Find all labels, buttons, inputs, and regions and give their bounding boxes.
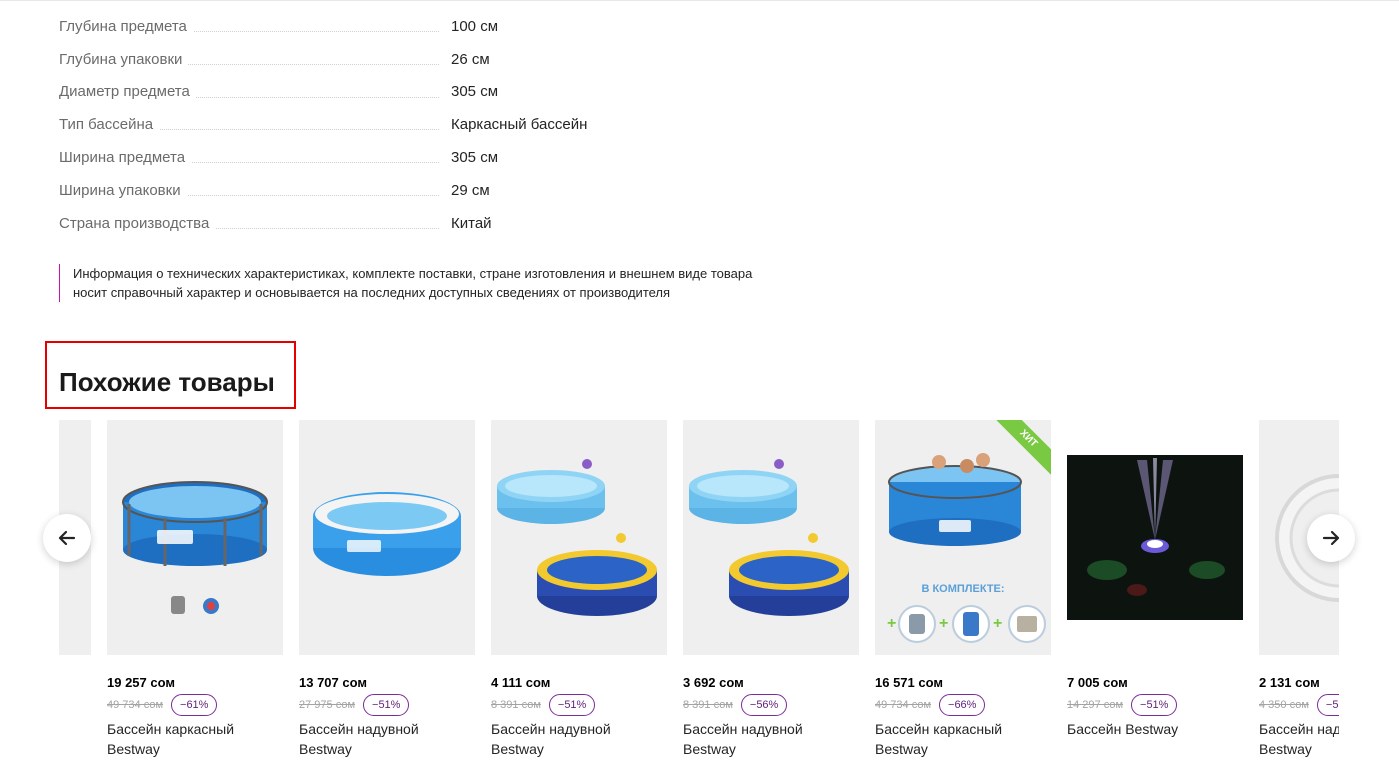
product-name-line[interactable]: Бассейн надувной — [1259, 719, 1339, 739]
arrow-left-icon — [58, 530, 76, 546]
product-price: 13 707 сом — [299, 675, 367, 690]
carousel-prev-button[interactable] — [43, 514, 91, 562]
product-card[interactable]: 19 257 сом 49 734 сом −61% Бассейн карка… — [107, 420, 283, 759]
frame-pool-icon[interactable] — [107, 420, 283, 655]
discount-badge: −66% — [939, 694, 986, 716]
disclaimer-line: Информация о технических характеристиках… — [73, 266, 753, 281]
product-name[interactable]: Бассейн каркасный Bestway — [107, 719, 283, 759]
product-name[interactable]: Бассейн каркасный Bestway — [875, 719, 1051, 759]
product-name-line[interactable]: Bestway — [1259, 739, 1339, 759]
product-price: 4 111 сом — [491, 675, 551, 690]
product-price: 16 571 сом — [875, 675, 943, 690]
hit-badge-label: ХИТ — [991, 420, 1051, 478]
discount-badge: −51% — [1131, 694, 1178, 716]
product-price: 2 131 сом — [1259, 675, 1320, 690]
product-old-price: 27 975 сом — [299, 699, 356, 711]
product-name-line[interactable]: Bestway — [683, 739, 859, 759]
inflatable-pool-icon[interactable] — [299, 420, 475, 655]
discount-badge: −56% — [740, 694, 788, 716]
spec-row: Страна производства Китай — [59, 207, 619, 240]
disclaimer-line: носит справочный характер и основывается… — [73, 285, 671, 300]
spec-value: 305 см — [451, 83, 499, 101]
top-divider — [0, 0, 1399, 1]
product-name-line[interactable]: Bestway — [107, 739, 283, 759]
arrow-right-icon — [1322, 530, 1340, 546]
disclaimer-note: Информация о технических характеристиках… — [59, 264, 819, 302]
frame-pool-family-icon[interactable]: В КОМПЛЕКТЕ: + + + ХИТ — [875, 420, 1051, 655]
spec-name: Диаметр предмета — [59, 83, 196, 101]
similar-products-carousel: 19 257 сом 49 734 сом −61% Бассейн карка… — [59, 420, 1339, 779]
spec-row: Глубина упаковки 26 см — [59, 43, 619, 76]
product-old-price: 8 391 сом — [491, 699, 541, 711]
product-name-line[interactable]: Бассейн Bestway — [1067, 719, 1243, 739]
product-price: 19 257 сом — [107, 675, 175, 690]
product-old-price: 14 297 сом — [1067, 699, 1124, 711]
section-title: Похожие товары — [59, 367, 275, 397]
spec-row: Тип бассейна Каркасный бассейн — [59, 108, 619, 141]
product-name[interactable]: Бассейн надувной Bestway — [491, 719, 667, 759]
product-price: 7 005 сом — [1067, 675, 1128, 690]
spec-name: Ширина предмета — [59, 149, 192, 167]
kit-label: В КОМПЛЕКТЕ: — [921, 583, 1004, 595]
kids-pool-icon[interactable] — [491, 420, 667, 655]
kids-pool-icon[interactable] — [683, 420, 859, 655]
product-card[interactable]: 3 692 сом 8 391 сом −56% Бассейн надувно… — [683, 420, 859, 759]
svg-text:+: + — [993, 615, 1002, 632]
discount-badge: −51% — [363, 694, 410, 716]
specs-list: Глубина предмета 100 см Глубина упаковки 2… — [59, 10, 619, 240]
product-name[interactable]: Бассейн надувной Bestway — [299, 719, 475, 759]
svg-text:+: + — [939, 615, 948, 632]
spec-row: Диаметр предмета 305 см — [59, 76, 619, 109]
discount-badge: −61% — [171, 694, 218, 716]
product-card[interactable]: 4 111 сом 8 391 сом −51% Бассейн надувно… — [491, 420, 667, 759]
spec-value: 100 см — [451, 17, 499, 35]
product-old-price: 49 734 сом — [875, 699, 932, 711]
product-old-price: 4 350 сом — [1259, 699, 1309, 711]
product-name-line[interactable]: Бассейн каркасный — [107, 719, 283, 739]
product-card[interactable]: 7 005 сом 14 297 сом −51% Бассейн Bestwa… — [1067, 420, 1243, 739]
hit-badge: ХИТ — [991, 420, 1051, 480]
pool-light-icon[interactable] — [1067, 420, 1243, 655]
product-name-line[interactable]: Бассейн надувной — [299, 719, 475, 739]
product-name-line[interactable]: Bestway — [299, 739, 475, 759]
product-old-price: 49 734 сом — [107, 699, 164, 711]
product-name-line[interactable]: Bestway — [875, 739, 1051, 759]
discount-badge: −51% — [548, 694, 596, 716]
product-name-line[interactable]: Бассейн надувной — [491, 719, 667, 739]
spec-value: 305 см — [451, 149, 499, 167]
spec-name: Тип бассейна — [59, 116, 160, 134]
spec-name: Ширина упаковки — [59, 181, 187, 199]
product-card[interactable]: 13 707 сом 27 975 сом −51% Бассейн надув… — [299, 420, 475, 759]
spec-name: Глубина упаковки — [59, 50, 189, 68]
spec-row: Глубина предмета 100 см — [59, 10, 619, 43]
spec-row: Ширина предмета 305 см — [59, 141, 619, 174]
spec-value: Китай — [451, 214, 492, 232]
product-card[interactable]: В КОМПЛЕКТЕ: + + + ХИТ 16 571 сом 49 734… — [875, 420, 1051, 759]
product-name-line[interactable]: Bestway — [491, 739, 667, 759]
spec-name: Глубина предмета — [59, 17, 193, 35]
spec-value: 29 см — [451, 181, 490, 199]
product-price: 3 692 сом — [683, 675, 744, 690]
discount-badge: −51% — [1316, 694, 1339, 716]
product-name[interactable]: Бассейн надувной Bestway — [683, 719, 859, 759]
spec-value: Каркасный бассейн — [451, 116, 588, 134]
product-name-line[interactable]: Бассейн надувной — [683, 719, 859, 739]
carousel-next-button[interactable] — [1307, 514, 1355, 562]
spec-name: Страна производства — [59, 214, 216, 232]
svg-text:+: + — [887, 615, 896, 632]
product-old-price: 8 391 сом — [683, 699, 733, 711]
product-card[interactable]: 2 131 сом 4 350 сом −51% Бассейн надувно… — [1259, 420, 1339, 759]
product-name[interactable]: Бассейн надувной Bestway — [1259, 719, 1339, 759]
product-name[interactable]: Бассейн Bestway — [1067, 719, 1243, 739]
spec-row: Ширина упаковки 29 см — [59, 174, 619, 207]
product-name-line[interactable]: Бассейн каркасный — [875, 719, 1051, 739]
spec-value: 26 см — [451, 50, 490, 68]
